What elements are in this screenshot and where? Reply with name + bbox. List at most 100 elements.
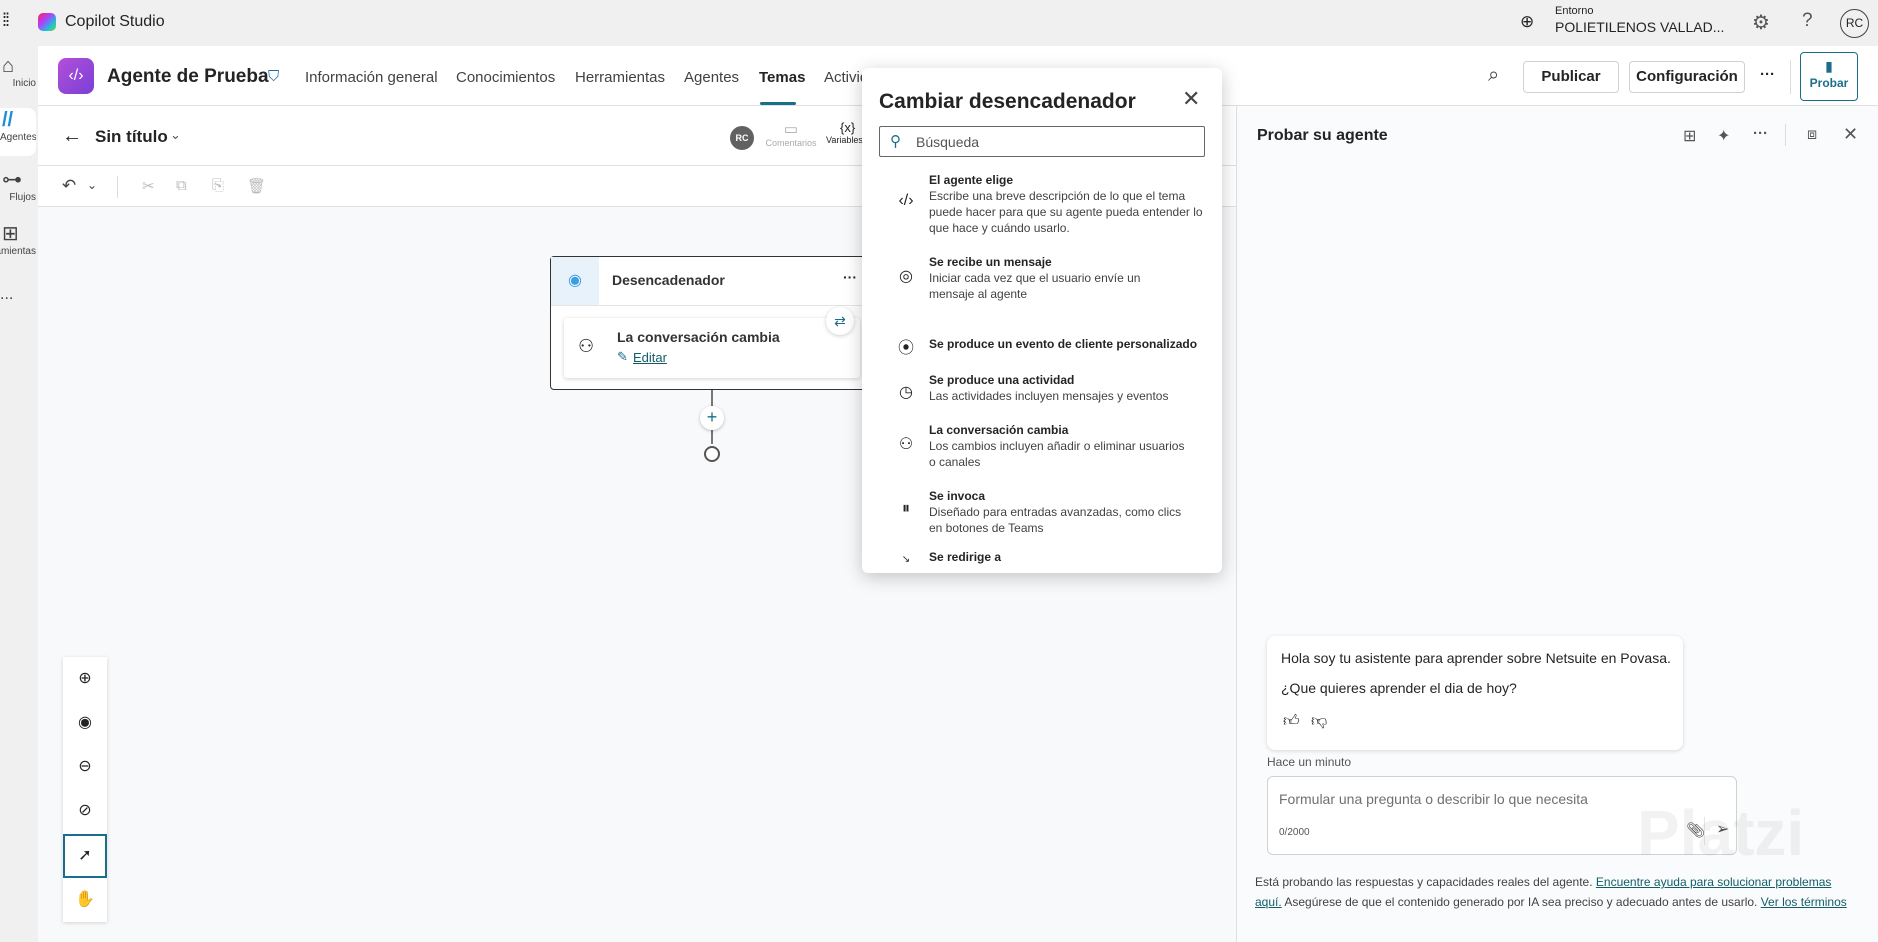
rail-item-herramientas[interactable]: ⊞Herramientas	[0, 222, 36, 257]
tab-agentes[interactable]: Agentes	[684, 69, 739, 86]
node-more-button[interactable]: ···	[843, 269, 857, 285]
panel-more-icon[interactable]: ···	[1753, 125, 1768, 142]
new-chat-icon[interactable]: ⊞	[1683, 126, 1696, 146]
canvas-zoom-controls: ⊕ ◉ ⊖ ⊘ ➚ ✋	[63, 657, 107, 922]
trigger-option-custom-event[interactable]: ⦿ Se produce un evento de cliente person…	[862, 322, 1222, 362]
tools-icon: ⊞	[2, 223, 19, 245]
comments-label: Comentarios	[765, 138, 817, 148]
zoom-out-icon[interactable]: ⊖	[63, 745, 107, 789]
minimap-icon[interactable]: ⊘	[63, 789, 107, 833]
settings-gear-icon[interactable]: ⚙	[1752, 10, 1770, 35]
delete-icon[interactable]: 🗑	[247, 177, 266, 195]
close-icon[interactable]: ✕	[1182, 86, 1200, 112]
tab-actividad[interactable]: Activid	[824, 69, 862, 86]
close-panel-icon[interactable]: ✕	[1843, 124, 1858, 145]
more-actions-button[interactable]: ···	[1760, 66, 1775, 83]
settings-button[interactable]: Configuración	[1629, 61, 1745, 93]
option-title: Se recibe un mensaje	[929, 255, 1052, 269]
copilot-sparkle-icon[interactable]: ✦	[1717, 126, 1730, 146]
rail-item-flujos[interactable]: ⊶ Flujos	[0, 168, 36, 203]
divider	[1785, 124, 1786, 146]
disclaimer-text: Asegúrese de que el contenido generado p…	[1281, 895, 1761, 909]
cut-icon[interactable]: ✂	[142, 177, 155, 195]
agent-access-icon[interactable]: ⛉	[268, 68, 279, 85]
test-button-label: Probar	[1809, 76, 1849, 90]
trigger-lightbulb-icon: ◉	[551, 257, 599, 305]
trigger-option-conversation-update[interactable]: ⚇ La conversación cambia Los cambios inc…	[862, 418, 1222, 480]
help-icon[interactable]: ?	[1802, 10, 1813, 32]
option-description: Las actividades incluyen mensajes y even…	[929, 389, 1169, 403]
option-description: Diseñado para entradas avanzadas, como c…	[929, 505, 1182, 535]
rail-label: Inicio	[12, 78, 36, 89]
top-bar: ⁞⁞ Copilot Studio ⊕ Entorno POLIETILENOS…	[0, 0, 1878, 46]
trigger-option-redirect[interactable]: ↘ Se redirige a	[862, 546, 1222, 573]
search-placeholder: Búsqueda	[916, 134, 980, 150]
left-rail: ⌂Inicio //Agentes ⊶Flujos ⊞Herramientas …	[0, 46, 38, 942]
tab-herramientas[interactable]: Herramientas	[575, 69, 665, 86]
topic-title[interactable]: Sin título	[95, 127, 168, 147]
option-title: La conversación cambia	[929, 423, 1069, 437]
terms-link[interactable]: Ver los términos	[1761, 895, 1847, 909]
pan-hand-icon[interactable]: ✋	[63, 878, 107, 922]
rail-label: Herramientas	[0, 246, 36, 257]
variables-button[interactable]: {x} Variables	[826, 120, 862, 145]
message-timestamp: Hace un minuto	[1267, 755, 1352, 769]
trigger-option-activity[interactable]: ◷ Se produce una actividad Las actividad…	[862, 368, 1222, 418]
environment-picker[interactable]: POLIETILENOS VALLAD...	[1555, 19, 1724, 35]
app-launcher-icon[interactable]: ⁞⁞	[2, 10, 10, 31]
agent-code-icon: ‹/›	[898, 192, 914, 209]
trigger-option-invoke[interactable]: ⏸︎ Se invoca Diseñado para entradas avan…	[862, 484, 1222, 546]
bot-message: Hola soy tu asistente para aprender sobr…	[1267, 636, 1683, 750]
back-arrow-icon[interactable]: ←	[62, 125, 82, 148]
rail-more[interactable]: ...	[0, 286, 36, 304]
divider	[117, 176, 118, 198]
message-target-icon: ◎	[899, 268, 913, 285]
undo-dropdown-icon[interactable]: ⌄	[87, 178, 97, 192]
dock-panel-icon[interactable]: ⧈	[1807, 126, 1817, 144]
disclaimer-text: Está probando las respuestas y capacidad…	[1255, 875, 1596, 889]
copilot-logo-icon	[38, 13, 56, 31]
flows-icon: ⊶	[2, 169, 22, 191]
change-trigger-button[interactable]: ⇄	[826, 307, 854, 335]
publish-button[interactable]: Publicar	[1523, 61, 1619, 93]
option-title: El agente elige	[929, 173, 1014, 187]
rail-item-agentes[interactable]: //Agentes	[0, 108, 36, 156]
undo-icon[interactable]: ↶	[62, 176, 76, 196]
disclaimer: Está probando las respuestas y capacidad…	[1255, 872, 1855, 912]
platzi-watermark: Platzi	[1637, 797, 1805, 869]
trigger-card[interactable]: ⚇ La conversación cambia ✎ Editar	[564, 318, 860, 378]
agent-name: Agente de Prueba	[107, 66, 269, 87]
select-pointer-icon[interactable]: ➚	[63, 834, 107, 878]
test-button[interactable]: ▮ Probar	[1800, 52, 1858, 101]
edit-link[interactable]: Editar	[633, 350, 667, 365]
variables-label: Variables	[826, 135, 862, 145]
copy-icon[interactable]: ⧉	[176, 177, 187, 194]
trigger-search-input[interactable]: ⚲ Búsqueda	[879, 126, 1205, 157]
tab-conocimientos[interactable]: Conocimientos	[456, 69, 555, 86]
paste-icon[interactable]: ⎘	[212, 177, 224, 194]
recenter-icon[interactable]: ◉	[63, 701, 107, 745]
message-line: ¿Que quieres aprender el dia de hoy?	[1281, 680, 1517, 696]
rail-label: Agentes	[0, 132, 36, 143]
comment-icon: ▭	[783, 121, 799, 138]
thumbs-down-icon[interactable]: 👎︎	[1311, 712, 1327, 731]
search-icon[interactable]: ⌕	[1488, 64, 1499, 87]
thumbs-up-icon[interactable]: 👍︎	[1283, 712, 1300, 731]
environment-label: Entorno	[1555, 5, 1594, 17]
user-avatar[interactable]: RC	[1840, 9, 1869, 38]
tab-informacion-general[interactable]: Información general	[305, 69, 438, 86]
test-agent-panel: Probar su agente ⊞ ✦ ··· ⧈ ✕ Hola soy tu…	[1236, 106, 1878, 942]
option-description: Iniciar cada vez que el usuario envíe un…	[929, 271, 1141, 301]
agents-icon: //	[2, 109, 14, 131]
person-change-icon: ⚇	[578, 336, 595, 356]
trigger-option-message-received[interactable]: ◎ Se recibe un mensaje Iniciar cada vez …	[862, 250, 1222, 310]
trigger-option-agent-chooses[interactable]: ‹/› El agente elige Escribe una breve de…	[862, 168, 1222, 244]
zoom-in-icon[interactable]: ⊕	[63, 657, 107, 701]
rail-item-inicio[interactable]: ⌂ Inicio	[0, 54, 36, 89]
chevron-down-icon[interactable]: ⌄	[170, 127, 181, 143]
add-node-button[interactable]: +	[700, 406, 724, 430]
comments-button[interactable]: ▭ Comentarios	[760, 120, 822, 148]
divider	[551, 305, 881, 306]
trigger-node[interactable]: ◉ Desencadenador ··· ⚇ La conversación c…	[550, 256, 881, 390]
tab-temas[interactable]: Temas	[759, 69, 805, 86]
